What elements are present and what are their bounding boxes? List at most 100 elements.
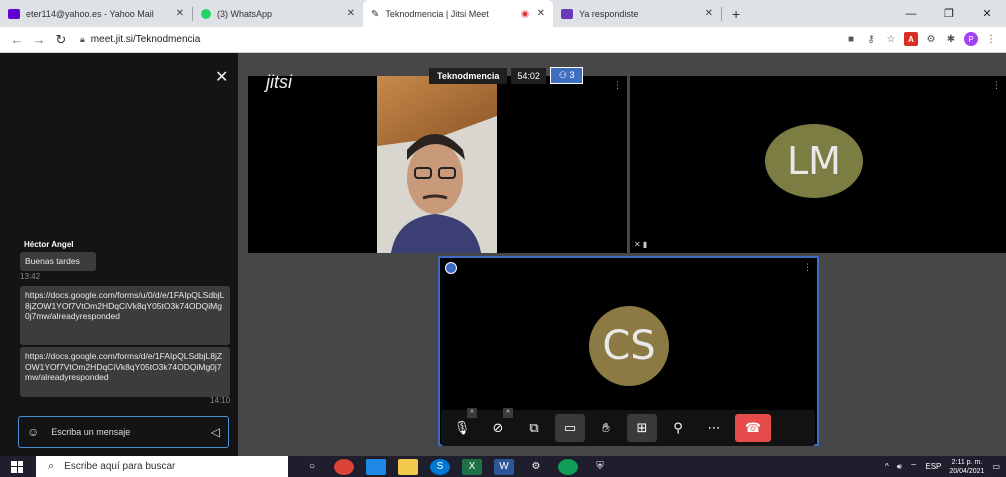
start-button[interactable] bbox=[0, 456, 34, 477]
pdf-extension-icon[interactable]: A bbox=[904, 32, 918, 46]
participant-avatar: LM bbox=[765, 124, 863, 198]
close-tab-icon[interactable]: ✕ bbox=[176, 8, 184, 19]
audio-settings-caret[interactable]: ^ bbox=[467, 408, 477, 418]
dominant-speaker-icon bbox=[445, 262, 457, 274]
screen-share-icon: ⧉ bbox=[529, 420, 539, 435]
taskbar-apps: ○ S X W ⚙ ⛨ bbox=[302, 458, 610, 475]
emoji-icon[interactable]: ☺ bbox=[27, 425, 39, 439]
hangup-button[interactable]: ☎ bbox=[735, 414, 771, 442]
chat-message-time: 14:10 bbox=[210, 396, 231, 405]
search-icon: ⌕ bbox=[48, 460, 55, 472]
tab-ya-respondiste[interactable]: Ya respondiste ✕ bbox=[553, 0, 721, 27]
invite-button[interactable]: ⚲ bbox=[663, 414, 693, 442]
video-tile-lm[interactable]: ⋮ ✕ ▮ LM bbox=[630, 76, 1006, 253]
word-icon[interactable]: W bbox=[494, 458, 514, 475]
notifications-icon[interactable]: ▭ bbox=[992, 462, 1000, 471]
participant-video bbox=[377, 76, 497, 253]
back-icon[interactable]: ← bbox=[6, 32, 28, 47]
forward-icon[interactable]: → bbox=[28, 32, 50, 47]
extensions-area: ■ ⚷ ☆ A ⚙ ✱ P ⋮ bbox=[844, 32, 998, 46]
windows-logo-icon bbox=[11, 460, 23, 473]
tab-title: Ya respondiste bbox=[579, 8, 639, 19]
close-tab-icon[interactable]: ✕ bbox=[537, 8, 545, 19]
mail-icon bbox=[8, 8, 20, 19]
skype-icon[interactable]: S bbox=[430, 458, 450, 475]
meeting-room-name: Teknodmencia bbox=[429, 67, 508, 84]
video-settings-caret[interactable]: ^ bbox=[503, 408, 513, 418]
participants-icon: ⚇ bbox=[558, 70, 570, 80]
send-icon[interactable]: ◁ bbox=[211, 425, 220, 439]
chat-message[interactable]: https://docs.google.com/forms/d/e/1FAIpQ… bbox=[20, 347, 230, 397]
address-bar: ← → ↻ 🔒︎ meet.jit.si/Teknodmencia ■ ⚷ ☆ … bbox=[0, 27, 1006, 53]
excel-icon[interactable]: X bbox=[462, 458, 482, 475]
volume-icon[interactable]: 🔊︎ bbox=[897, 462, 902, 472]
cortana-icon[interactable]: ○ bbox=[302, 459, 322, 475]
edge-icon[interactable] bbox=[558, 458, 578, 475]
chat-button[interactable]: ▭ bbox=[555, 414, 585, 442]
microphone-button[interactable]: 🎙︎ ^ bbox=[447, 408, 477, 442]
screen-share-button[interactable]: ⧉ bbox=[519, 414, 549, 442]
profile-avatar[interactable]: P bbox=[964, 32, 978, 46]
url-field[interactable]: 🔒︎ meet.jit.si/Teknodmencia bbox=[80, 34, 200, 45]
tab-whatsapp[interactable]: (3) WhatsApp ✕ bbox=[193, 0, 363, 27]
more-options-button[interactable]: ⋯ bbox=[699, 414, 729, 442]
windows-taskbar: ⌕ Escribe aquí para buscar ○ S X W ⚙ ⛨ ^… bbox=[0, 456, 1006, 477]
lock-icon: 🔒︎ bbox=[80, 34, 85, 44]
tab-jitsi-meet[interactable]: ✎ Teknodmencia | Jitsi Meet ✕ bbox=[363, 0, 553, 27]
clock-date: 20/04/2021 bbox=[949, 467, 985, 475]
chat-message-input[interactable]: ☺ Escriba un mensaje ◁ bbox=[18, 416, 229, 448]
jitsi-logo: jitsi bbox=[266, 72, 292, 92]
chat-message: Buenas tardes bbox=[20, 252, 96, 271]
reload-icon[interactable]: ↻ bbox=[50, 32, 72, 48]
meeting-info-bar: Teknodmencia 54:02 ⚇ 3 bbox=[429, 67, 584, 84]
show-hidden-icon[interactable]: ^ bbox=[885, 462, 889, 471]
new-tab-button[interactable]: + bbox=[722, 6, 750, 22]
tab-yahoo-mail[interactable]: eter114@yahoo.es - Yahoo Mail ✕ bbox=[0, 0, 192, 27]
chat-input-placeholder: Escriba un mensaje bbox=[51, 427, 131, 437]
tile-view-button[interactable]: ⊞ bbox=[627, 414, 657, 442]
camera-icon[interactable]: ■ bbox=[844, 32, 858, 46]
participant-count: 3 bbox=[569, 70, 575, 80]
tile-menu-icon[interactable]: ⋮ bbox=[803, 262, 812, 273]
taskbar-search[interactable]: ⌕ Escribe aquí para buscar bbox=[36, 456, 288, 477]
chat-message-time: 13:42 bbox=[20, 272, 41, 281]
settings-icon[interactable]: ⚙ bbox=[526, 459, 546, 475]
meeting-duration: 54:02 bbox=[511, 67, 546, 84]
camera-button[interactable]: ⊘ ^ bbox=[483, 408, 513, 442]
participant-avatar: CS bbox=[589, 306, 669, 386]
chrome-icon[interactable] bbox=[334, 458, 354, 475]
clock[interactable]: 2:11 p. m. 20/04/2021 bbox=[949, 458, 984, 476]
restore-icon[interactable]: ❐ bbox=[930, 0, 968, 27]
muted-indicator-icon: ✕ ▮ bbox=[634, 240, 648, 249]
raise-hand-button[interactable]: ✋︎ bbox=[591, 414, 621, 442]
close-window-icon[interactable]: ✕ bbox=[968, 0, 1006, 27]
tab-title: eter114@yahoo.es - Yahoo Mail bbox=[26, 8, 154, 19]
meeting-toolbar: 🎙︎ ^ ⊘ ^ ⧉ ▭ ✋︎ ⊞ ⚲ ⋯ ☎ bbox=[441, 408, 815, 446]
minimize-icon[interactable]: — bbox=[892, 0, 930, 27]
chat-message[interactable]: https://docs.google.com/forms/u/0/d/e/1F… bbox=[20, 286, 230, 345]
chat-panel: ✕ Héctor Angel Buenas tardes 13:42 https… bbox=[0, 53, 238, 456]
taskbar-search-placeholder: Escribe aquí para buscar bbox=[64, 461, 176, 472]
url-text: meet.jit.si/Teknodmencia bbox=[90, 34, 201, 45]
key-icon[interactable]: ⚷ bbox=[864, 32, 878, 46]
close-tab-icon[interactable]: ✕ bbox=[705, 8, 713, 19]
hangup-icon: ☎ bbox=[744, 420, 762, 435]
star-icon[interactable]: ☆ bbox=[884, 32, 898, 46]
language-indicator[interactable]: ESP bbox=[925, 462, 941, 471]
close-chat-icon[interactable]: ✕ bbox=[215, 67, 228, 87]
microphone-icon: 🎙︎ bbox=[453, 420, 471, 435]
close-tab-icon[interactable]: ✕ bbox=[347, 8, 355, 19]
store-icon[interactable] bbox=[366, 458, 386, 475]
menu-dots-icon[interactable]: ⋮ bbox=[984, 32, 998, 46]
extension-icon[interactable]: ⚙ bbox=[924, 32, 938, 46]
participant-count-button[interactable]: ⚇ 3 bbox=[549, 67, 584, 84]
network-icon[interactable]: ⌔ bbox=[910, 462, 918, 472]
add-person-icon: ⚲ bbox=[673, 420, 683, 435]
jitsi-favicon-icon: ✎ bbox=[371, 8, 380, 20]
tile-menu-icon[interactable]: ⋮ bbox=[613, 80, 622, 91]
tab-title: Teknodmencia | Jitsi Meet bbox=[385, 8, 489, 19]
puzzle-icon[interactable]: ✱ bbox=[944, 32, 958, 46]
security-icon[interactable]: ⛨ bbox=[590, 459, 610, 475]
file-explorer-icon[interactable] bbox=[398, 458, 418, 475]
tile-menu-icon[interactable]: ⋮ bbox=[992, 80, 1001, 91]
